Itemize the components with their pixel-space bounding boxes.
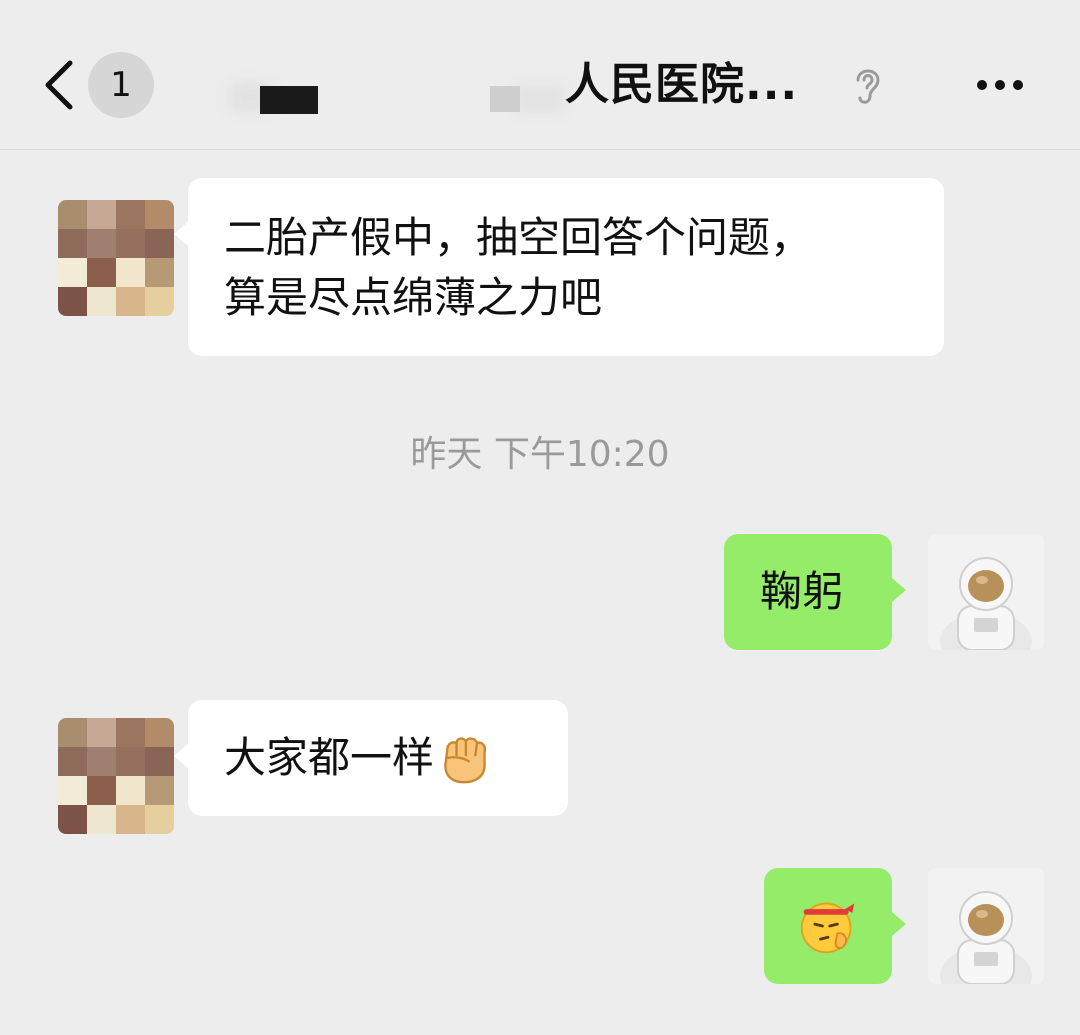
self-avatar[interactable] xyxy=(928,868,1044,984)
message-bubble[interactable]: 大家都一样 xyxy=(174,700,568,816)
more-dot xyxy=(1013,80,1023,90)
astronaut-avatar-icon xyxy=(928,534,1044,650)
message-bubble[interactable] xyxy=(764,868,906,984)
raised-fist-emoji xyxy=(444,737,487,784)
message-bubble[interactable]: 二胎产假中，抽空回答个问题， 算是尽点绵薄之力吧 xyxy=(174,178,944,356)
redacted-blur xyxy=(515,84,565,114)
more-options-button[interactable] xyxy=(965,62,1035,108)
message-bubble[interactable]: 鞠躬 xyxy=(724,534,906,650)
saluting-face-emoji xyxy=(800,902,855,954)
more-dots-icon xyxy=(977,80,987,90)
redacted-block xyxy=(260,86,318,114)
contact-avatar[interactable] xyxy=(58,200,174,316)
back-button[interactable]: 1 xyxy=(40,50,170,120)
chevron-left-icon xyxy=(45,60,73,110)
unread-count-badge: 1 xyxy=(88,52,154,118)
redacted-block xyxy=(490,86,520,112)
chat-header: 1 人民医院... xyxy=(0,0,1080,150)
message-line: 二胎产假中，抽空回答个问题， xyxy=(224,213,813,262)
message-line: 算是尽点绵薄之力吧 xyxy=(224,273,603,322)
message-text: 大家都一样 xyxy=(224,733,435,782)
chat-title: 人民医院... xyxy=(565,59,799,110)
message-text: 鞠躬 xyxy=(760,567,845,616)
more-dot xyxy=(995,80,1005,90)
self-avatar[interactable] xyxy=(928,534,1044,650)
message-timestamp: 昨天 下午10:20 xyxy=(410,434,670,475)
astronaut-avatar-icon xyxy=(928,868,1044,984)
contact-avatar[interactable] xyxy=(58,718,174,834)
ear-icon[interactable] xyxy=(848,62,888,108)
